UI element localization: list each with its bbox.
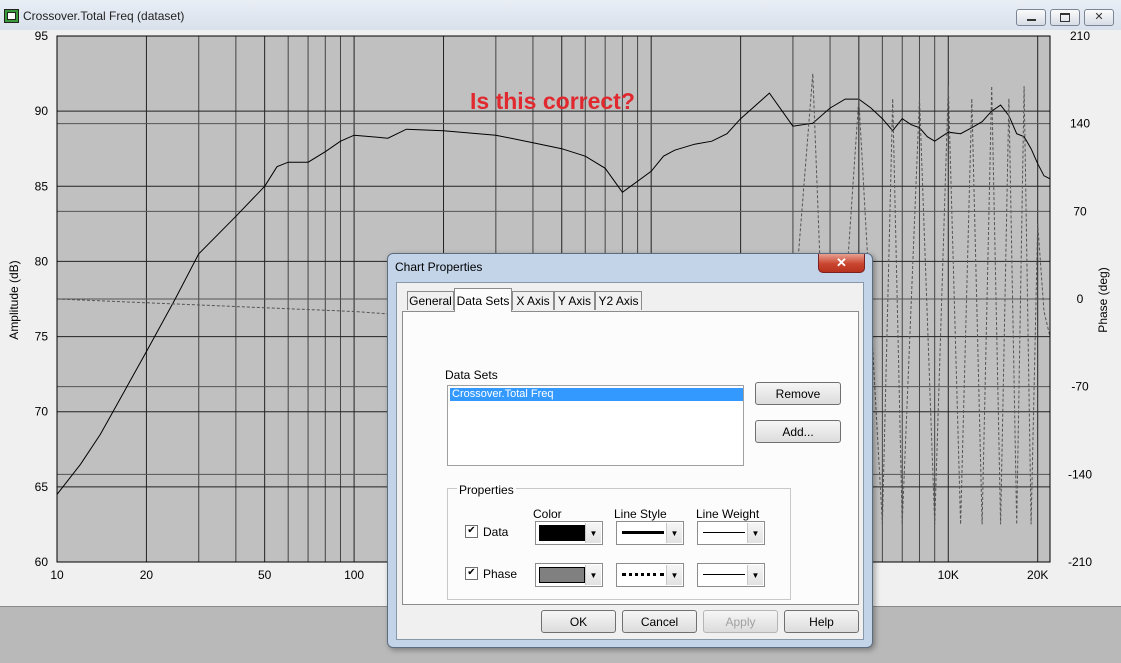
phase-line-weight-select[interactable]: ▼ [697,563,765,587]
line-weight-header: Line Weight [696,507,760,521]
phase-color-select[interactable]: ▼ [535,563,603,587]
y-tick-label: 75 [35,330,49,344]
close-button[interactable]: ✕ [1084,9,1114,26]
y-tick-label: 95 [35,30,49,43]
properties-label: Properties [457,483,516,497]
y-tick-label: 60 [35,555,49,569]
remove-button[interactable]: Remove [755,382,841,405]
tab-general[interactable]: General [407,291,454,310]
data-checkbox[interactable]: ✔ [465,525,478,538]
chevron-down-icon: ▼ [585,523,601,543]
phase-color-swatch [539,567,585,583]
tab-panel: Data Sets Crossover.Total Freq Remove Ad… [402,311,859,605]
datasets-list[interactable]: Crossover.Total Freq [447,385,744,466]
x-tick-label: 10 [50,568,64,582]
y2-tick-label: 0 [1077,292,1084,306]
line-weight-swatch [701,525,747,541]
x-tick-label: 50 [258,568,272,582]
data-color-swatch [539,525,585,541]
close-icon: ✕ [1094,11,1104,23]
y-tick-label: 90 [35,104,49,118]
chevron-down-icon: ▼ [747,565,763,585]
y-axis-label-left: Amplitude (dB) [7,260,21,339]
data-line-style-select[interactable]: ▼ [616,521,684,545]
y2-tick-label: 140 [1070,117,1090,131]
app-icon [4,9,19,23]
dialog-close-button[interactable]: ✕ [818,254,865,273]
add-button[interactable]: Add... [755,420,841,443]
minimize-icon [1017,10,1045,25]
x-tick-label: 20 [140,568,154,582]
line-style-header: Line Style [614,507,667,521]
cancel-button[interactable]: Cancel [622,610,697,633]
phase-line-style-select[interactable]: ▼ [616,563,684,587]
minimize-button[interactable] [1016,9,1046,26]
tab-y2-axis[interactable]: Y2 Axis [595,291,642,310]
data-line-weight-select[interactable]: ▼ [697,521,765,545]
chevron-down-icon: ▼ [585,565,601,585]
annotation-text: Is this correct? [470,88,635,114]
tab-y-axis[interactable]: Y Axis [554,291,595,310]
y2-tick-label: -70 [1071,380,1089,394]
datasets-label: Data Sets [445,368,498,382]
y2-tick-label: -140 [1068,467,1092,481]
chart-properties-dialog: Chart Properties ✕ General Data Sets X A… [387,253,873,648]
phase-row-label: Phase [483,567,518,581]
chevron-down-icon: ▼ [747,523,763,543]
y-tick-label: 85 [35,179,49,193]
dialog-body: General Data Sets X Axis Y Axis Y2 Axis … [396,282,864,640]
x-tick-label: 20K [1027,568,1048,582]
y-axis-label-right: Phase (deg) [1096,267,1110,332]
x-tick-label: 100 [344,568,364,582]
solid-line-swatch [620,525,666,541]
tab-x-axis[interactable]: X Axis [512,291,554,310]
maximize-icon [1051,10,1079,25]
chevron-down-icon: ▼ [666,565,682,585]
close-icon: ✕ [836,255,847,270]
help-button[interactable]: Help [784,610,859,633]
y-tick-label: 70 [35,405,49,419]
apply-button[interactable]: Apply [703,610,778,633]
title-bar: Crossover.Total Freq (dataset) ✕ [0,0,1121,30]
data-row-label: Data [483,525,509,539]
y2-tick-label: -210 [1068,555,1092,569]
tab-data-sets[interactable]: Data Sets [454,288,512,312]
maximize-button[interactable] [1050,9,1080,26]
window-title: Crossover.Total Freq (dataset) [23,9,185,23]
y2-tick-label: 70 [1073,204,1087,218]
y-tick-label: 65 [35,480,49,494]
color-header: Color [533,507,562,521]
ok-button[interactable]: OK [541,610,616,633]
phase-checkbox[interactable]: ✔ [465,567,478,580]
chevron-down-icon: ▼ [666,523,682,543]
line-weight-swatch [701,567,747,583]
x-tick-label: 10K [938,568,959,582]
list-item[interactable]: Crossover.Total Freq [450,388,743,401]
dialog-title: Chart Properties [395,260,483,274]
y-tick-label: 80 [35,254,49,268]
y2-tick-label: 210 [1070,30,1090,43]
dotted-line-swatch [620,567,666,583]
data-color-select[interactable]: ▼ [535,521,603,545]
